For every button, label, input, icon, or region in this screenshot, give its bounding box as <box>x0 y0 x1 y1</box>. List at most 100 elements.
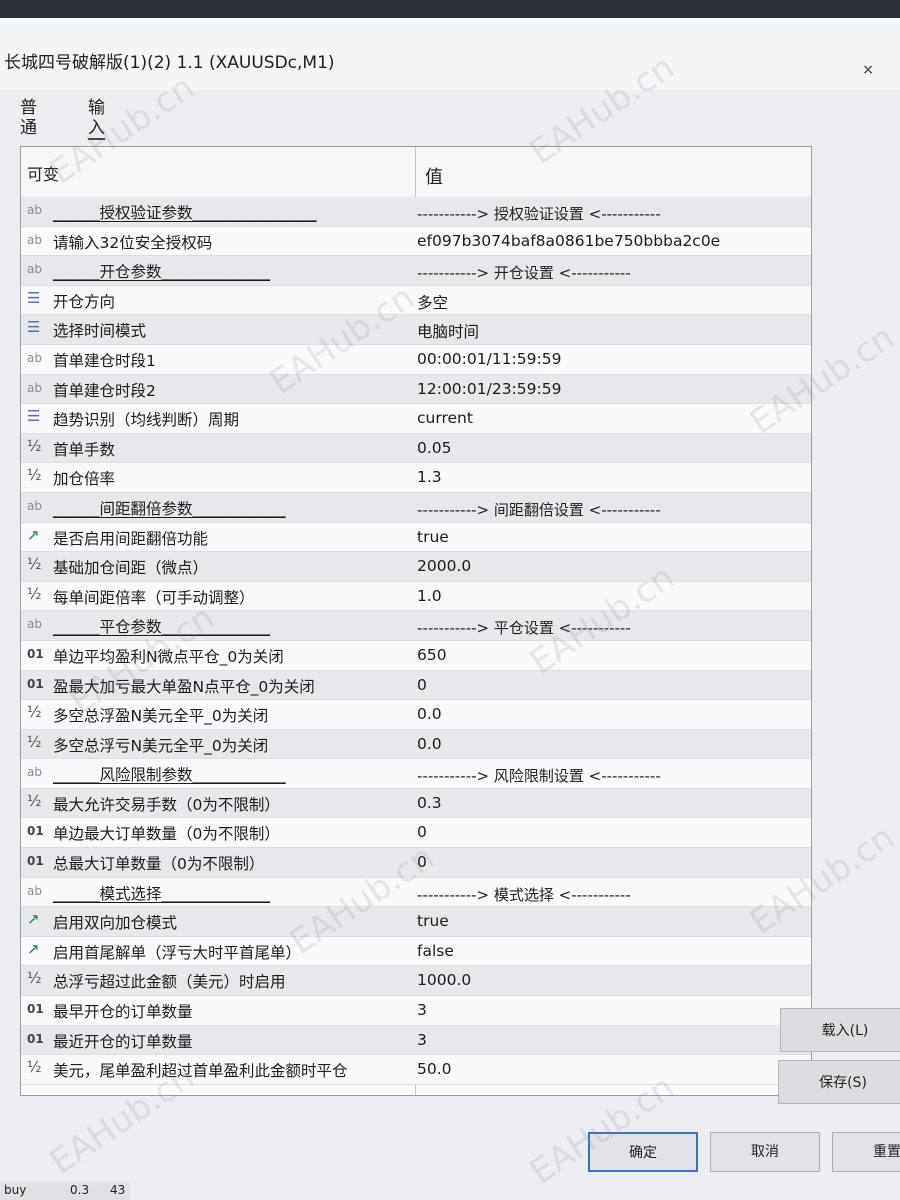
parameter-name: ______开仓参数______________ <box>53 263 271 282</box>
parameter-value[interactable]: 650 <box>417 646 447 664</box>
cancel-button[interactable]: 取消 <box>710 1132 820 1172</box>
parameter-value[interactable]: 1000.0 <box>417 971 471 989</box>
parameter-row[interactable]: 01 盈最大加亏最大单盈N点平仓_0为关闭 0 <box>21 670 811 701</box>
section-row[interactable]: ab ______开仓参数______________ -----------> 开… <box>21 256 811 286</box>
string-type-icon: ab <box>27 765 42 780</box>
parameter-name: 首单手数 <box>53 440 116 459</box>
parameter-value[interactable]: ef097b3074baf8a0861be750bbba2c0e <box>417 232 720 250</box>
parameter-row[interactable]: 01 单边平均盈利N微点平仓_0为关闭 650 <box>21 640 811 671</box>
double-type-icon: ½ <box>27 436 42 455</box>
section-row[interactable]: ab ______风险限制参数____________ -----------> 风… <box>21 759 811 789</box>
reset-button[interactable]: 重置 <box>832 1132 900 1172</box>
string-type-icon: ab <box>27 203 42 217</box>
parameter-name: 选择时间模式 <box>53 322 147 341</box>
section-row[interactable]: ab ______间距翻倍参数____________ -----------> 间… <box>21 492 811 523</box>
parameter-row[interactable]: 01 总最大订单数量（0为不限制） 0 <box>21 848 811 878</box>
parameter-value[interactable]: 0.0 <box>417 735 442 753</box>
parameter-row[interactable]: ↗ 启用首尾解单（浮亏大时平首尾单） false <box>21 936 811 967</box>
parameter-value[interactable]: true <box>417 528 449 546</box>
parameter-value[interactable]: current <box>417 409 473 427</box>
parameter-value[interactable]: -----------> 授权验证设置 <----------- <box>417 203 661 224</box>
save-button[interactable]: 保存(S) <box>778 1060 900 1104</box>
parameter-value[interactable]: true <box>417 912 449 930</box>
parameter-value[interactable]: 0 <box>417 853 427 871</box>
tab-inputs[interactable]: 输入 <box>88 98 105 140</box>
parameter-row[interactable]: ½ 总浮亏超过此金额（美元）时启用 1000.0 <box>21 966 811 997</box>
bool-type-icon: ↗ <box>27 939 40 958</box>
parameter-name: 总最大订单数量（0为不限制） <box>53 855 265 874</box>
parameter-row[interactable]: ½ 最大允许交易手数（0为不限制） 0.3 <box>21 788 811 819</box>
parameter-value[interactable]: false <box>417 942 454 960</box>
column-header-variable[interactable]: 可变 <box>27 161 59 185</box>
parameter-row[interactable]: 01 单边最大订单数量（0为不限制） 0 <box>21 818 811 849</box>
parameter-value[interactable]: 1.0 <box>417 587 442 605</box>
parameter-value[interactable]: 00:00:01/11:59:59 <box>417 350 561 368</box>
string-type-icon: ab <box>27 883 42 898</box>
parameter-row[interactable]: ½ 多空总浮盈N美元全平_0为关闭 0.0 <box>21 700 811 730</box>
column-header-value[interactable]: 值 <box>425 163 443 189</box>
parameter-row[interactable]: ↗ 启用双向加仓模式 true <box>21 907 811 937</box>
parameter-row[interactable]: ½ 加仓倍率 1.3 <box>21 463 811 493</box>
parameter-name: 多空总浮盈N美元全平_0为关闭 <box>53 707 269 726</box>
parameter-name: ______风险限制参数____________ <box>53 766 286 785</box>
parameter-value[interactable]: 0 <box>417 676 427 694</box>
parameter-value[interactable]: 2000.0 <box>417 557 471 575</box>
parameter-name: 每单间距倍率（可手动调整） <box>53 588 255 607</box>
parameter-name: 趋势识别（均线判断）周期 <box>53 411 240 430</box>
parameter-name: ______平仓参数______________ <box>53 618 271 637</box>
section-row[interactable]: ab ______平仓参数______________ -----------> 平… <box>21 611 811 641</box>
parameter-row[interactable]: ½ 多空总浮亏N美元全平_0为关闭 0.0 <box>21 729 811 760</box>
parameter-value[interactable]: -----------> 开仓设置 <----------- <box>417 262 631 283</box>
parameter-row[interactable]: ☰ 趋势识别（均线判断）周期 current <box>21 404 811 434</box>
parameter-row[interactable]: ½ 每单间距倍率（可手动调整） 1.0 <box>21 581 811 612</box>
parameter-name: 最大允许交易手数（0为不限制） <box>53 795 280 814</box>
parameter-name: ______间距翻倍参数____________ <box>53 499 286 518</box>
parameter-row[interactable]: ½ 美元，尾单盈利超过首单盈利此金额时平仓 50.0 <box>21 1055 811 1085</box>
double-type-icon: ½ <box>27 555 42 574</box>
string-type-icon: ab <box>27 380 42 395</box>
parameter-value[interactable]: 3 <box>417 1001 427 1019</box>
parameter-value[interactable]: 0.05 <box>417 439 452 457</box>
parameter-name: ______模式选择______________ <box>53 884 271 903</box>
ok-button[interactable]: 确定 <box>588 1132 698 1172</box>
double-type-icon: ½ <box>27 584 42 603</box>
parameter-value[interactable]: 12:00:01/23:59:59 <box>417 380 561 398</box>
close-icon[interactable]: × <box>862 62 874 78</box>
parameter-row[interactable]: ↗ 是否启用间距翻倍功能 true <box>21 522 811 553</box>
parameter-row[interactable]: ab 首单建仓时段2 12:00:01/23:59:59 <box>21 374 811 405</box>
parameter-value[interactable]: 电脑时间 <box>417 320 479 342</box>
int-type-icon: 01 <box>27 854 44 869</box>
parameter-value[interactable]: -----------> 平仓设置 <----------- <box>417 617 631 638</box>
parameter-value[interactable]: 50.0 <box>417 1060 452 1078</box>
parameter-value[interactable]: -----------> 风险限制设置 <----------- <box>417 765 661 786</box>
parameter-row[interactable]: ab 请输入32位安全授权码 ef097b3074baf8a0861be750bbb… <box>21 226 811 257</box>
tab-common[interactable]: 普通 <box>20 98 37 138</box>
parameter-row[interactable]: ½ 首单手数 0.05 <box>21 433 811 464</box>
parameter-name: 盈最大加亏最大单盈N点平仓_0为关闭 <box>53 677 315 696</box>
parameter-row[interactable]: ☰ 选择时间模式 电脑时间 <box>21 315 811 345</box>
parameter-value[interactable]: 0 <box>417 823 427 841</box>
parameter-row[interactable]: ab 首单建仓时段1 00:00:01/11:59:59 <box>21 344 811 375</box>
parameter-name: 美元，尾单盈利超过首单盈利此金额时平仓 <box>53 1062 348 1081</box>
parameter-row[interactable]: ½ 基础加仓间距（微点） 2000.0 <box>21 552 811 582</box>
parameter-row[interactable]: 01 最早开仓的订单数量 3 <box>21 996 811 1026</box>
grid-header: 可变 值 <box>21 147 811 198</box>
parameter-value[interactable]: 0.0 <box>417 705 442 723</box>
string-type-icon: ab <box>27 498 42 513</box>
parameter-value[interactable]: 3 <box>417 1031 427 1049</box>
section-row[interactable]: ab ______模式选择______________ -----------> 模… <box>21 877 811 908</box>
enum-list-icon: ☰ <box>27 288 41 307</box>
parameter-name: 开仓方向 <box>53 292 116 311</box>
parameter-value[interactable]: -----------> 间距翻倍设置 <----------- <box>417 499 661 520</box>
enum-list-icon: ☰ <box>27 407 41 426</box>
grid-rows: ab ______授权验证参数________________ ----------… <box>21 197 811 1085</box>
parameter-value[interactable]: 多空 <box>417 291 448 313</box>
int-type-icon: 01 <box>27 1031 44 1046</box>
parameter-value[interactable]: 1.3 <box>417 468 442 486</box>
parameter-row[interactable]: ☰ 开仓方向 多空 <box>21 285 811 316</box>
parameter-value[interactable]: -----------> 模式选择 <----------- <box>417 884 631 905</box>
load-button[interactable]: 载入(L) <box>780 1008 900 1052</box>
section-row[interactable]: ab ______授权验证参数________________ ----------… <box>21 197 811 227</box>
parameter-row[interactable]: 01 最近开仓的订单数量 3 <box>21 1025 811 1056</box>
parameter-value[interactable]: 0.3 <box>417 794 442 812</box>
